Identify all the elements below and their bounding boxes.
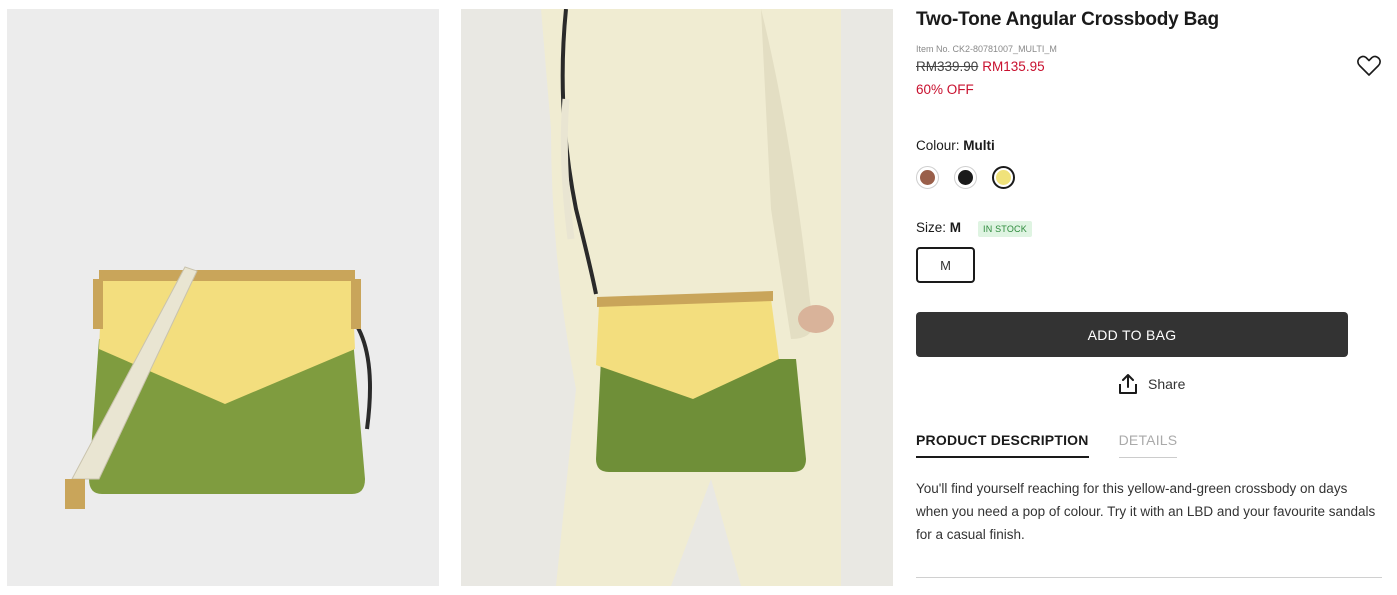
colour-swatch-dot [996, 170, 1011, 185]
selected-colour: Multi [963, 138, 995, 153]
item-number: Item No. CK2-80781007_MULTI_M [916, 44, 1057, 54]
wishlist-button[interactable] [1356, 54, 1382, 78]
share-button[interactable]: Share [1116, 372, 1185, 396]
stock-badge: IN STOCK [978, 221, 1032, 237]
size-option-m[interactable]: M [916, 247, 975, 283]
tab-product-description[interactable]: PRODUCT DESCRIPTION [916, 432, 1089, 458]
share-label: Share [1148, 376, 1186, 392]
colour-label: Colour: Multi [916, 138, 995, 153]
colour-swatch[interactable] [992, 166, 1015, 189]
price-row: RM339.90 RM135.95 [916, 59, 1045, 74]
colour-swatch-dot [958, 170, 973, 185]
size-label-text: Size: [916, 220, 947, 235]
sale-price: RM135.95 [982, 59, 1045, 74]
discount-label: 60% OFF [916, 82, 974, 97]
colour-swatch[interactable] [954, 166, 977, 189]
product-description: You'll find yourself reaching for this y… [916, 481, 1376, 542]
product-tabs: PRODUCT DESCRIPTION DETAILS [916, 432, 1178, 458]
original-price: RM339.90 [916, 59, 979, 74]
model-illustration [461, 9, 893, 586]
heart-icon [1357, 55, 1381, 76]
share-upload-icon [1119, 374, 1137, 394]
colour-swatches [916, 166, 1015, 189]
product-image-main[interactable] [7, 9, 439, 586]
product-info-panel: Two-Tone Angular Crossbody Bag Item No. … [916, 0, 1382, 595]
divider [916, 577, 1382, 578]
product-title: Two-Tone Angular Crossbody Bag [916, 9, 1219, 30]
colour-label-text: Colour: [916, 138, 960, 153]
tab-details[interactable]: DETAILS [1118, 432, 1178, 458]
bag-illustration [7, 9, 439, 586]
add-to-bag-button[interactable]: ADD TO BAG [916, 312, 1348, 357]
colour-swatch-dot [920, 170, 935, 185]
colour-swatch[interactable] [916, 166, 939, 189]
selected-size: M [949, 220, 962, 235]
size-label: Size: M [916, 220, 961, 235]
product-image-model[interactable] [461, 9, 893, 586]
